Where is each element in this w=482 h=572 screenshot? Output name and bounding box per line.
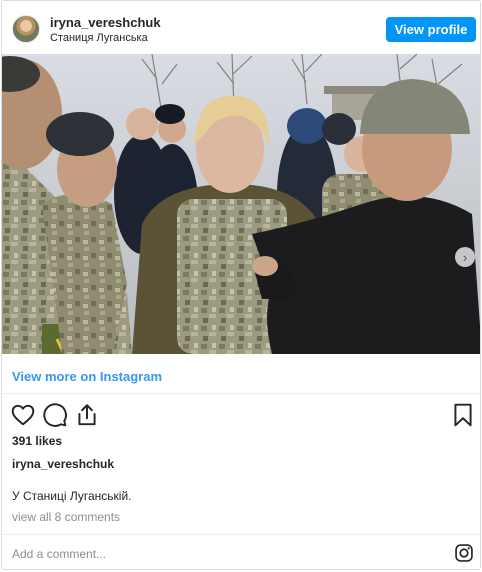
bookmark-icon[interactable] [450,402,476,428]
caption-username[interactable]: iryna_vereshchuk [12,457,114,471]
share-icon[interactable] [74,402,100,428]
caption-text: У Станиці Луганській. [12,489,132,503]
post-photo-illustration [2,54,480,354]
add-comment-input[interactable]: Add a comment... [12,547,106,561]
action-bar [2,400,480,430]
comment-icon[interactable] [42,402,68,428]
instagram-embed-card: iryna_vereshchuk Станиця Луганська View … [1,0,481,570]
header-location[interactable]: Станиця Луганська [50,32,148,44]
instagram-icon[interactable] [454,543,474,563]
header-username[interactable]: iryna_vereshchuk [50,15,161,30]
divider [2,393,480,394]
carousel-next-button[interactable]: › [455,247,475,267]
post-photo[interactable]: › [2,54,480,354]
avatar[interactable] [12,15,40,43]
heart-icon[interactable] [10,402,36,428]
view-comments-link[interactable]: view all 8 comments [12,510,120,524]
likes-count[interactable]: 391 likes [12,434,62,448]
view-more-link[interactable]: View more on Instagram [12,369,162,384]
divider [2,534,480,535]
view-profile-button[interactable]: View profile [386,17,476,42]
post-header: iryna_vereshchuk Станиця Луганська View … [2,1,480,54]
chevron-right-icon: › [462,249,468,265]
